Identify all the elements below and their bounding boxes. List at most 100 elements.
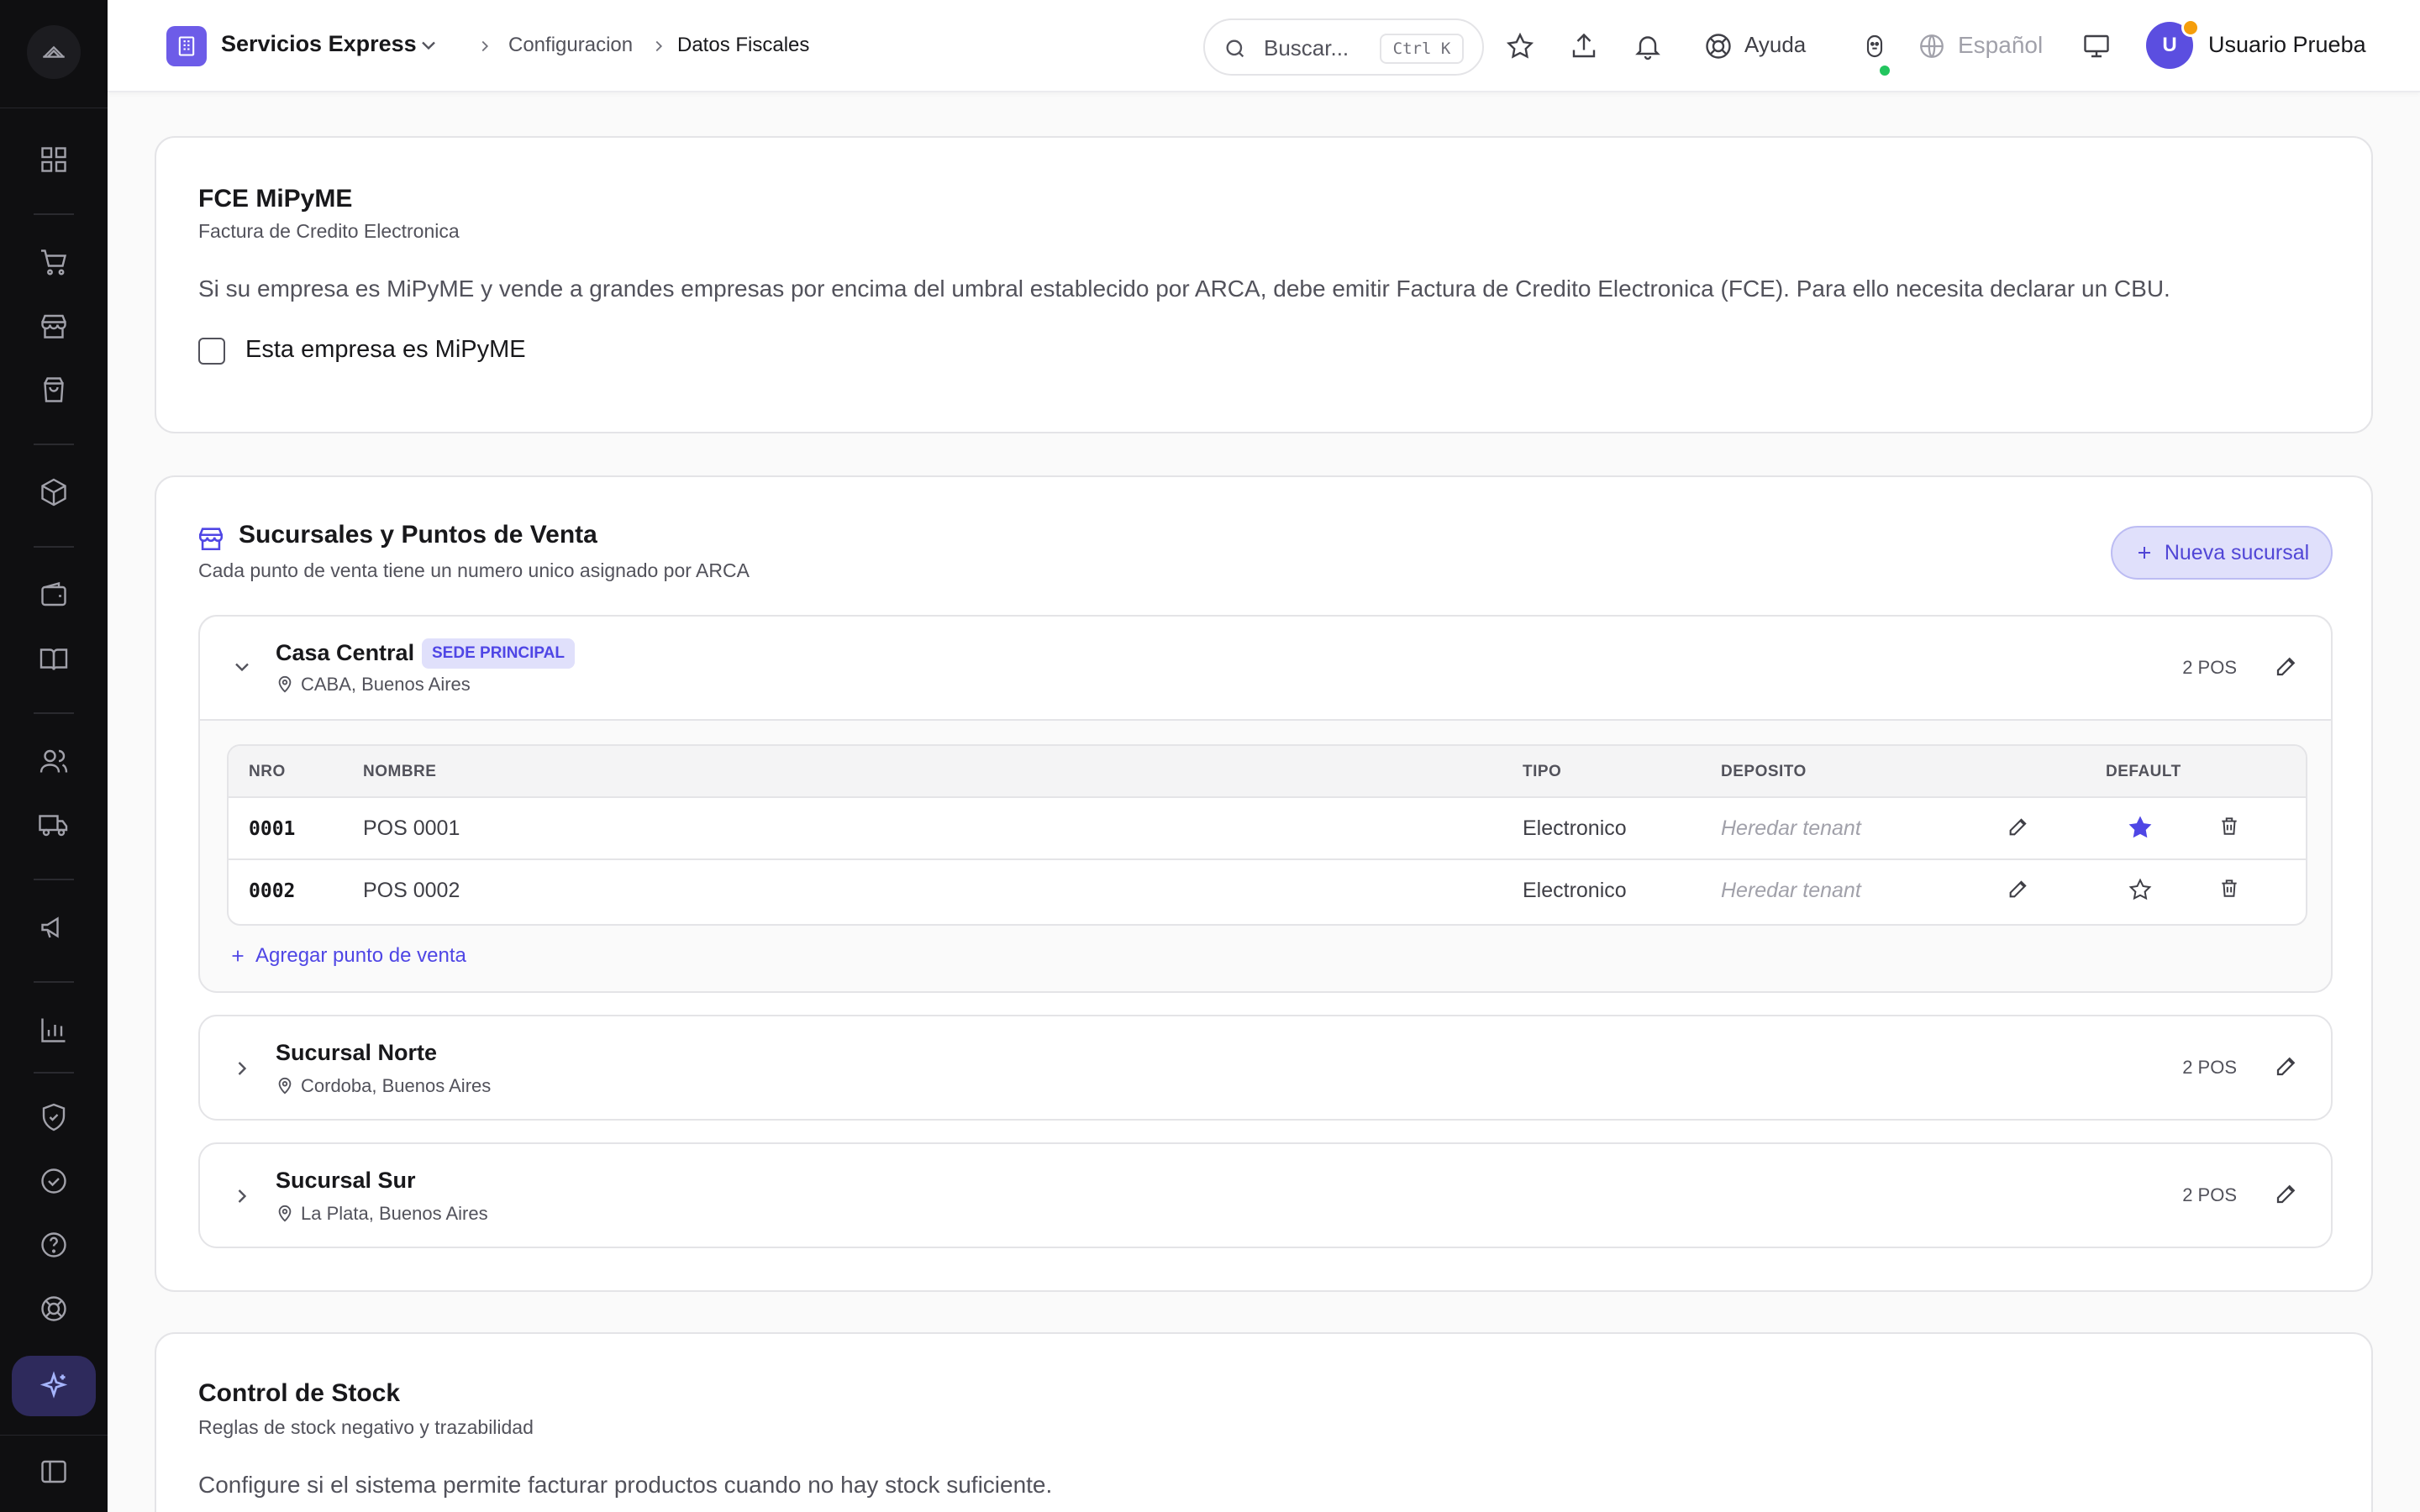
- bar-chart-icon[interactable]: [34, 1010, 74, 1050]
- edit-branch-icon[interactable]: [2274, 1181, 2299, 1210]
- branch-location: La Plata, Buenos Aires: [276, 1203, 488, 1225]
- col-tipo: TIPO: [1523, 763, 1562, 780]
- chevron-right-icon[interactable]: [230, 1057, 254, 1084]
- branch-sucursal-norte[interactable]: Sucursal Norte Cordoba, Buenos Aires 2 P…: [198, 1015, 2333, 1121]
- branch-pos-count: 2 POS: [2182, 657, 2237, 678]
- pos-nro: 0002: [249, 880, 296, 902]
- sparkles-icon: [39, 1371, 68, 1399]
- edit-branch-icon[interactable]: [2274, 1053, 2299, 1083]
- table-row: 0002 POS 0002 Electronico Heredar tenant: [229, 860, 2306, 922]
- default-star-outline-icon[interactable]: [2128, 877, 2153, 906]
- building-icon[interactable]: [166, 26, 207, 66]
- sidebar-divider: [34, 879, 74, 880]
- stock-title: Control de Stock: [198, 1379, 401, 1407]
- truck-icon[interactable]: [34, 805, 74, 845]
- users-icon[interactable]: [34, 741, 74, 781]
- branch-location-text: CABA, Buenos Aires: [301, 674, 471, 695]
- user-menu[interactable]: Usuario Prueba: [2208, 32, 2366, 58]
- edit-icon[interactable]: [2007, 877, 2030, 905]
- fce-description: Si su empresa es MiPyME y vende a grande…: [198, 276, 2170, 302]
- megaphone-icon[interactable]: [34, 907, 74, 948]
- pos-nro: 0001: [249, 818, 296, 840]
- globe-icon[interactable]: [1916, 30, 1948, 62]
- chevron-down-icon[interactable]: [417, 34, 440, 61]
- sidebar-divider: [34, 1072, 74, 1074]
- add-pos-link[interactable]: Agregar punto de venta: [229, 944, 466, 968]
- pos-deposito: Heredar tenant: [1721, 816, 1861, 840]
- plus-icon: [232, 950, 244, 962]
- branch-name: Casa Central: [276, 640, 415, 665]
- branch-location: CABA, Buenos Aires: [276, 674, 471, 696]
- store-icon: [197, 524, 225, 557]
- help-circle-icon[interactable]: [34, 1225, 74, 1265]
- chevron-right-icon[interactable]: [230, 1184, 254, 1212]
- branches-card: Sucursales y Puntos de Venta Cada punto …: [155, 475, 2373, 1292]
- lifebuoy-icon[interactable]: [34, 1289, 74, 1329]
- top-header: Servicios Express Configuracion Datos Fi…: [108, 0, 2420, 92]
- cart-icon[interactable]: [34, 242, 74, 282]
- mipyme-checkbox[interactable]: [198, 338, 225, 365]
- monitor-icon[interactable]: [2081, 30, 2112, 62]
- branch-location-text: La Plata, Buenos Aires: [301, 1203, 488, 1224]
- pos-tipo: Electronico: [1523, 879, 1627, 902]
- main-branch-badge: SEDE PRINCIPAL: [422, 638, 576, 669]
- stock-card: Control de Stock Reglas de stock negativ…: [155, 1332, 2373, 1512]
- branches-title: Sucursales y Puntos de Venta: [239, 521, 597, 549]
- fce-card: FCE MiPyME Factura de Credito Electronic…: [155, 136, 2373, 433]
- col-nro: NRO: [249, 763, 286, 780]
- stock-description: Configure si el sistema permite facturar…: [198, 1472, 1053, 1498]
- pos-table-header: NRO NOMBRE TIPO DEPOSITO DEFAULT: [229, 746, 2306, 798]
- fce-subtitle: Factura de Credito Electronica: [198, 220, 460, 242]
- notification-dot: [2181, 18, 2200, 37]
- sidebar-divider: [34, 712, 74, 714]
- plus-icon: [2138, 547, 2150, 559]
- app-logo[interactable]: [27, 25, 81, 79]
- check-circle-icon[interactable]: [34, 1161, 74, 1201]
- pos-tipo: Electronico: [1523, 816, 1627, 840]
- default-star-filled-icon[interactable]: [2128, 815, 2153, 844]
- sidebar-toggle-icon[interactable]: [34, 1452, 74, 1492]
- stock-subtitle: Reglas de stock negativo y trazabilidad: [198, 1416, 534, 1438]
- ai-assistant-button[interactable]: [12, 1356, 96, 1416]
- branch-header[interactable]: Casa Central SEDE PRINCIPAL CABA, Buenos…: [200, 617, 2331, 721]
- mipyme-checkbox-label[interactable]: Esta empresa es MiPyME: [245, 336, 526, 364]
- branch-casa-central: Casa Central SEDE PRINCIPAL CABA, Buenos…: [198, 615, 2333, 993]
- online-status-dot: [1878, 64, 1891, 77]
- branch-pos-count: 2 POS: [2182, 1057, 2237, 1078]
- upload-icon[interactable]: [1568, 30, 1600, 62]
- add-pos-label: Agregar punto de venta: [255, 944, 466, 967]
- sidebar-divider: [34, 981, 74, 983]
- trash-icon[interactable]: [2218, 815, 2240, 841]
- branch-sucursal-sur[interactable]: Sucursal Sur La Plata, Buenos Aires 2 PO…: [198, 1142, 2333, 1248]
- breadcrumb-configuracion[interactable]: Configuracion: [508, 34, 633, 57]
- book-icon[interactable]: [34, 638, 74, 679]
- col-default: DEFAULT: [2106, 763, 2181, 780]
- branch-name: Sucursal Norte: [276, 1040, 438, 1065]
- package-icon[interactable]: [34, 472, 74, 512]
- wallet-icon[interactable]: [34, 575, 74, 615]
- chevron-down-icon[interactable]: [230, 655, 254, 683]
- language-selector[interactable]: Español: [1958, 32, 2043, 59]
- bell-icon[interactable]: [1632, 30, 1664, 62]
- col-deposito: DEPOSITO: [1721, 763, 1807, 780]
- dashboard-icon[interactable]: [34, 139, 74, 180]
- branch-name: Sucursal Sur: [276, 1168, 416, 1193]
- star-icon[interactable]: [1504, 30, 1536, 62]
- shield-check-icon[interactable]: [34, 1097, 74, 1137]
- store-icon[interactable]: [34, 306, 74, 346]
- sidebar-divider: [34, 213, 74, 215]
- map-pin-icon: [278, 1077, 292, 1095]
- lifebuoy-icon[interactable]: [1702, 30, 1734, 62]
- edit-icon[interactable]: [2007, 815, 2030, 843]
- help-button[interactable]: Ayuda: [1744, 32, 1806, 58]
- trash-icon[interactable]: [2218, 877, 2240, 903]
- tenant-selector[interactable]: Servicios Express: [221, 31, 417, 57]
- edit-branch-icon[interactable]: [2274, 654, 2299, 683]
- shopping-bag-icon[interactable]: [34, 370, 74, 410]
- branch-location: Cordoba, Buenos Aires: [276, 1075, 491, 1097]
- bot-icon[interactable]: [1859, 30, 1891, 62]
- branches-subtitle: Cada punto de venta tiene un numero unic…: [198, 559, 750, 581]
- search-input[interactable]: Buscar... Ctrl K: [1203, 18, 1484, 76]
- pos-table: NRO NOMBRE TIPO DEPOSITO DEFAULT 0001 PO…: [227, 744, 2307, 926]
- new-branch-button[interactable]: Nueva sucursal: [2111, 526, 2333, 580]
